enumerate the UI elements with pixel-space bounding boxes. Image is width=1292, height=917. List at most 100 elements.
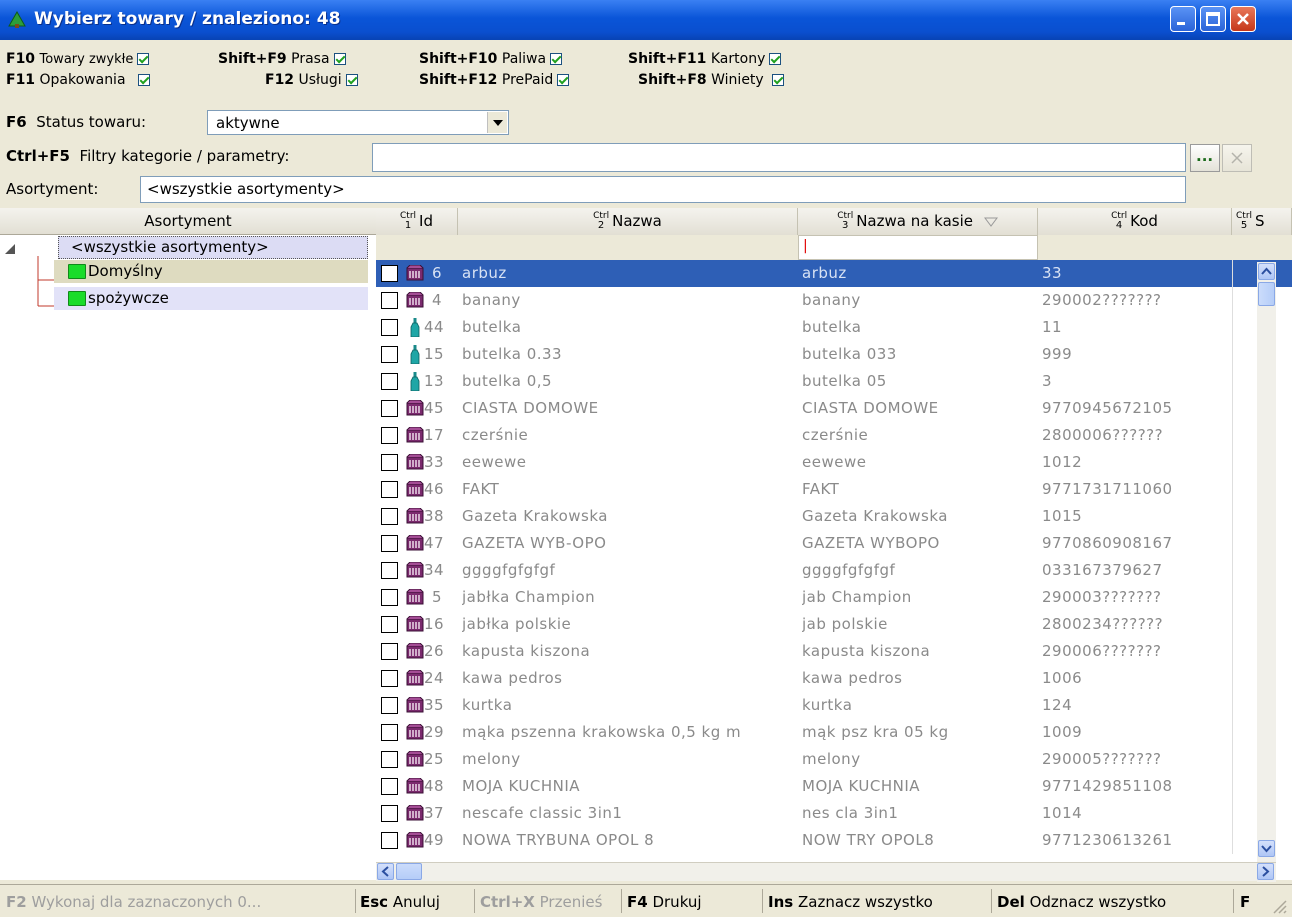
assortment-field[interactable]: <wszystkie asortymenty> (140, 176, 1186, 203)
filter-vignettes[interactable]: Shift+F8 Winiety (638, 71, 785, 89)
status-select[interactable]: aktywne (207, 110, 509, 135)
cell-id: 5 (432, 588, 443, 606)
scroll-up-button[interactable] (1258, 263, 1275, 280)
row-checkbox[interactable] (381, 319, 398, 336)
filter-checkbox[interactable] (333, 53, 346, 65)
filter-fuels[interactable]: Shift+F10 Paliwa (419, 50, 563, 68)
deselect-all-command[interactable]: Del Odznacz wszystko (997, 893, 1166, 911)
tree-node-all[interactable]: <wszystkie asortymenty> (58, 236, 368, 259)
row-checkbox[interactable] (381, 643, 398, 660)
table-row[interactable]: 15 butelka 0.33 butelka 033 999 (376, 341, 1292, 368)
table-row[interactable]: 34 ggggfgfgfgf ggggfgfgfgf 033167379627 (376, 557, 1292, 584)
table-row[interactable]: 37 nescafe classic 3in1 nes cla 3in1 1014 (376, 800, 1292, 827)
column-header-till-name[interactable]: Ctrl 3 Nazwa na kasie (798, 208, 1038, 235)
row-checkbox[interactable] (381, 535, 398, 552)
row-checkbox[interactable] (381, 778, 398, 795)
clear-filters-button[interactable] (1222, 144, 1252, 172)
column-header-s[interactable]: Ctrl 5 S (1232, 208, 1292, 235)
row-checkbox[interactable] (381, 292, 398, 309)
table-row[interactable]: 46 FAKT FAKT 9771731711060 (376, 476, 1292, 503)
table-row[interactable]: 13 butelka 0,5 butelka 05 3 (376, 368, 1292, 395)
table-row[interactable]: 35 kurtka kurtka 124 (376, 692, 1292, 719)
row-checkbox[interactable] (381, 832, 398, 849)
horizontal-scroll-thumb[interactable] (396, 863, 422, 880)
minimize-button[interactable] (1170, 6, 1196, 32)
row-checkbox[interactable] (381, 751, 398, 768)
row-checkbox[interactable] (381, 481, 398, 498)
more-commands[interactable]: F (1240, 893, 1250, 911)
row-checkbox[interactable] (381, 508, 398, 525)
table-row[interactable]: 33 eewewe eewewe 1012 (376, 449, 1292, 476)
table-row[interactable]: 6 arbuz arbuz 33 (376, 260, 1292, 287)
print-command[interactable]: F4 Drukuj (627, 893, 702, 911)
scroll-down-button[interactable] (1258, 840, 1275, 857)
row-checkbox[interactable] (381, 373, 398, 390)
column-header-id[interactable]: Ctrl 1 Id (376, 208, 458, 235)
column-header-code[interactable]: Ctrl 4 Kod (1038, 208, 1232, 235)
table-row[interactable]: 29 mąka pszenna krakowska 0,5 kg m mąk psz… (376, 719, 1292, 746)
filter-checkbox[interactable] (550, 53, 563, 65)
browse-filters-button[interactable]: ... (1190, 144, 1220, 172)
row-checkbox[interactable] (381, 697, 398, 714)
table-row[interactable]: 38 Gazeta Krakowska Gazeta Krakowska 1015 (376, 503, 1292, 530)
table-row[interactable]: 45 CIASTA DOMOWE CIASTA DOMOWE 977094567210… (376, 395, 1292, 422)
row-checkbox[interactable] (381, 454, 398, 471)
ctrl-hint: Ctrl 2 (593, 212, 609, 231)
row-checkbox[interactable] (381, 562, 398, 579)
execute-for-selected-command[interactable]: F2 Wykonaj dla zaznaczonych 0... (6, 893, 261, 911)
row-checkbox[interactable] (381, 616, 398, 633)
filter-press[interactable]: Shift+F9 Prasa (218, 50, 346, 68)
table-row[interactable]: 48 MOJA KUCHNIA MOJA KUCHNIA 9771429851108 (376, 773, 1292, 800)
scroll-right-button[interactable] (1257, 863, 1274, 880)
scroll-left-button[interactable] (377, 863, 394, 880)
filter-label: Winiety (711, 72, 764, 88)
row-checkbox[interactable] (381, 427, 398, 444)
till-name-filter-input[interactable]: | (798, 235, 1038, 260)
vertical-scrollbar[interactable] (1257, 262, 1276, 882)
table-row[interactable]: 16 jabłka polskie jab polskie 2800234?????? (376, 611, 1292, 638)
category-filter-input[interactable] (372, 143, 1186, 172)
select-all-command[interactable]: Ins Zaznacz wszystko (768, 893, 933, 911)
close-button[interactable] (1230, 6, 1256, 32)
resize-grip-icon[interactable] (1270, 897, 1288, 915)
assortment-tree-header[interactable]: Asortyment (0, 208, 376, 235)
filter-prepaid[interactable]: Shift+F12 PrePaid (419, 71, 570, 89)
filter-checkbox[interactable] (557, 74, 570, 86)
chevron-down-icon[interactable] (487, 112, 507, 133)
divider (991, 889, 992, 913)
column-header-name[interactable]: Ctrl 2 Nazwa (458, 208, 798, 235)
table-row[interactable]: 25 melony melony 290005??????? (376, 746, 1292, 773)
filter-checkbox[interactable] (772, 74, 785, 86)
move-command[interactable]: Ctrl+X Przenieś (480, 893, 602, 911)
row-checkbox[interactable] (381, 805, 398, 822)
table-row[interactable]: 5 jabłka Champion jab Champion 290003??????… (376, 584, 1292, 611)
horizontal-scrollbar[interactable] (376, 862, 1276, 881)
table-row[interactable]: 17 czerśnie czerśnie 2800006?????? (376, 422, 1292, 449)
table-row[interactable]: 44 butelka butelka 11 (376, 314, 1292, 341)
table-row[interactable]: 47 GAZETA WYB-OPO GAZETA WYBOPO 97708609081… (376, 530, 1292, 557)
table-row[interactable]: 4 banany banany 290002??????? (376, 287, 1292, 314)
tree-node-default[interactable]: Domyślny (54, 260, 368, 283)
table-row[interactable]: 24 kawa pedros kawa pedros 1006 (376, 665, 1292, 692)
tree-node-food[interactable]: spożywcze (54, 287, 368, 310)
filter-checkbox[interactable] (138, 74, 151, 86)
maximize-button[interactable] (1200, 6, 1226, 32)
filter-checkbox[interactable] (345, 74, 358, 86)
row-checkbox[interactable] (381, 346, 398, 363)
table-row[interactable]: 26 kapusta kiszona kapusta kiszona 290006??… (376, 638, 1292, 665)
filter-checkbox[interactable] (137, 53, 150, 65)
row-checkbox[interactable] (381, 670, 398, 687)
filter-regular-goods[interactable]: F10 Towary zwykłe (6, 50, 150, 69)
title-bar[interactable]: Wybierz towary / znaleziono: 48 (0, 0, 1292, 40)
row-checkbox[interactable] (381, 265, 398, 282)
row-checkbox[interactable] (381, 400, 398, 417)
table-row[interactable]: 49 NOWA TRYBUNA OPOL 8 NOW TRY OPOL8 977123… (376, 827, 1292, 854)
row-checkbox[interactable] (381, 724, 398, 741)
vertical-scroll-thumb[interactable] (1258, 282, 1275, 306)
filter-services[interactable]: F12 Usługi (265, 71, 358, 89)
cancel-command[interactable]: Esc Anuluj (360, 893, 440, 911)
row-checkbox[interactable] (381, 589, 398, 606)
filter-packaging[interactable]: F11 Opakowania (6, 71, 151, 89)
filter-cartons[interactable]: Shift+F11 Kartony (628, 50, 782, 68)
filter-checkbox[interactable] (769, 53, 782, 65)
